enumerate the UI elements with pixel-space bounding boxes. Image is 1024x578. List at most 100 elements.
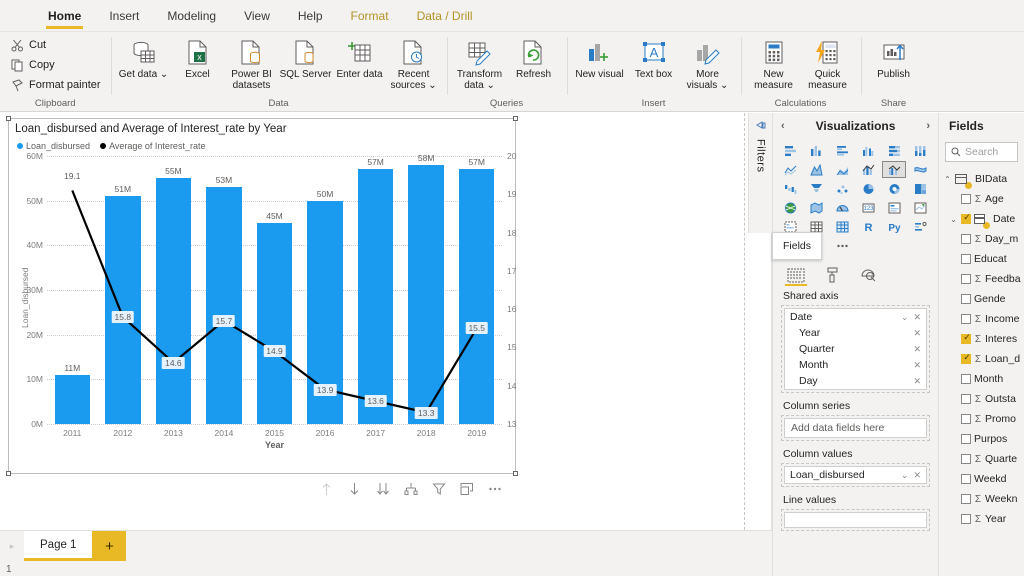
field-item-weekd[interactable]: Weekd [939, 469, 1024, 489]
well-field[interactable]: Year✕ [785, 325, 926, 341]
remove-field-icon[interactable]: ✕ [913, 344, 921, 355]
field-item-feedba[interactable]: ΣFeedba [939, 269, 1024, 289]
field-item-weekn[interactable]: ΣWeekn [939, 489, 1024, 509]
funnel-chart-icon[interactable] [805, 180, 829, 197]
field-item-quarte[interactable]: ΣQuarte [939, 449, 1024, 469]
field-wells[interactable]: Shared axisDate⌄✕Year✕Quarter✕Month✕Day✕… [773, 283, 938, 531]
field-checkbox[interactable] [961, 394, 971, 404]
format-tab[interactable] [821, 263, 843, 283]
well-dropzone[interactable]: Date⌄✕Year✕Quarter✕Month✕Day✕ [781, 305, 930, 393]
chevron-left-icon[interactable]: ‹ [781, 120, 785, 132]
get-data-button[interactable]: Get data ⌄ [117, 35, 171, 80]
field-checkbox[interactable] [961, 294, 971, 304]
clustered-column-chart-icon[interactable] [857, 142, 881, 159]
page-tab-bar[interactable]: ▸Page 1+ 1 [0, 530, 772, 576]
transform-data-button[interactable]: Transform data ⌄ [453, 35, 507, 91]
new-measure-button[interactable]: New measure [747, 35, 801, 91]
well-field[interactable]: Month✕ [785, 357, 926, 373]
visualizations-pane[interactable]: ‹ Visualizations › 123RPy Shared axisDat… [772, 113, 938, 576]
legend-item[interactable]: Average of Interest_rate [100, 141, 205, 151]
page-nav-arrow[interactable]: ▸ [0, 531, 24, 561]
ribbon-tab-home[interactable]: Home [34, 0, 95, 31]
field-checkbox[interactable] [961, 214, 971, 224]
remove-field-icon[interactable]: ✕ [913, 328, 921, 339]
visual-container[interactable]: Loan_disbursed and Average of Interest_r… [8, 118, 516, 474]
well-field[interactable]: Loan_disbursed⌄✕ [785, 467, 926, 483]
well-dropzone[interactable]: Loan_disbursed⌄✕ [781, 463, 930, 487]
filters-pane-collapsed[interactable]: Filters [748, 113, 772, 233]
100-stacked-column-chart-icon[interactable] [908, 142, 932, 159]
resize-handle-nw[interactable] [6, 116, 11, 121]
field-checkbox[interactable] [961, 254, 971, 264]
power-bi-datasets-button[interactable]: Power BI datasets [225, 35, 279, 91]
field-item-educat[interactable]: Educat [939, 249, 1024, 269]
field-item-year[interactable]: ΣYear [939, 509, 1024, 529]
more-options-icon[interactable] [831, 237, 855, 254]
field-item-day_m[interactable]: ΣDay_m [939, 229, 1024, 249]
focus-mode-button[interactable] [459, 482, 474, 497]
well-empty[interactable] [784, 512, 927, 528]
copy-button[interactable]: Copy [6, 55, 105, 75]
field-checkbox[interactable] [961, 414, 971, 424]
stacked-column-chart-icon[interactable] [805, 142, 829, 159]
publish-button[interactable]: Publish [867, 35, 921, 80]
legend-item[interactable]: Loan_disbursed [17, 141, 90, 151]
map-icon[interactable] [779, 199, 803, 216]
field-checkbox[interactable] [961, 314, 971, 324]
field-checkbox[interactable] [961, 514, 971, 524]
field-checkbox[interactable] [961, 234, 971, 244]
chevron-down-icon[interactable]: ⌄ [901, 470, 909, 481]
field-checkbox[interactable] [961, 474, 971, 484]
ribbon-chart-icon[interactable] [908, 161, 932, 178]
line-chart-icon[interactable] [779, 161, 803, 178]
ribbon-tab-insert[interactable]: Insert [95, 0, 153, 31]
100-stacked-bar-chart-icon[interactable] [882, 142, 906, 159]
resize-handle-se[interactable] [513, 471, 518, 476]
well-field[interactable]: Date⌄✕ [785, 309, 926, 325]
expand-all-button[interactable] [403, 482, 418, 497]
sql-server-button[interactable]: SQL Server [279, 35, 333, 80]
add-page-button[interactable]: + [92, 531, 126, 561]
treemap-icon[interactable] [908, 180, 932, 197]
line-and-stacked-column-chart-icon[interactable] [857, 161, 881, 178]
new-visual-button[interactable]: New visual [573, 35, 627, 80]
chevron-down-icon[interactable]: ⌄ [901, 312, 909, 323]
field-checkbox[interactable] [961, 454, 971, 464]
field-checkbox[interactable] [961, 374, 971, 384]
field-checkbox[interactable] [961, 434, 971, 444]
resize-handle-ne[interactable] [513, 116, 518, 121]
well-dropzone[interactable]: Add data fields here [781, 415, 930, 441]
donut-chart-icon[interactable] [882, 180, 906, 197]
enter-data-button[interactable]: Enter data [333, 35, 387, 80]
field-item-age[interactable]: ΣAge [939, 189, 1024, 209]
field-checkbox[interactable] [961, 494, 971, 504]
fields-table-row[interactable]: ⌃BIData [939, 169, 1024, 189]
analytics-tab[interactable] [857, 263, 879, 283]
quick-measure-button[interactable]: Quick measure [801, 35, 855, 91]
remove-field-icon[interactable]: ✕ [913, 312, 921, 323]
well-field[interactable]: Day✕ [785, 373, 926, 389]
area-chart-icon[interactable] [805, 161, 829, 178]
field-item-date[interactable]: ⌄Date [939, 209, 1024, 229]
resize-handle-sw[interactable] [6, 471, 11, 476]
refresh-button[interactable]: Refresh [507, 35, 561, 80]
field-item-interes[interactable]: ΣInteres [939, 329, 1024, 349]
matrix-icon[interactable] [831, 218, 855, 235]
report-canvas[interactable]: Loan_disbursed and Average of Interest_r… [0, 113, 772, 530]
line-and-clustered-column-chart-icon[interactable] [882, 161, 906, 178]
field-item-month[interactable]: Month [939, 369, 1024, 389]
pie-chart-icon[interactable] [857, 180, 881, 197]
ribbon-tab-data-drill[interactable]: Data / Drill [403, 0, 487, 31]
field-item-loan_d[interactable]: ΣLoan_d [939, 349, 1024, 369]
well-placeholder[interactable]: Add data fields here [784, 418, 927, 438]
drill-down-button[interactable] [347, 482, 362, 497]
stacked-bar-chart-icon[interactable] [779, 142, 803, 159]
field-item-outsta[interactable]: ΣOutsta [939, 389, 1024, 409]
ribbon-tab-modeling[interactable]: Modeling [153, 0, 230, 31]
page-tab[interactable]: Page 1 [24, 531, 92, 561]
stacked-area-chart-icon[interactable] [831, 161, 855, 178]
page-tabs[interactable]: ▸Page 1+ [0, 531, 772, 561]
fields-list[interactable]: ⌃BIDataΣAge⌄DateΣDay_mEducatΣFeedbaGende… [939, 165, 1024, 529]
recent-sources-button[interactable]: Recent sources ⌄ [387, 35, 441, 91]
search-input[interactable]: Search [945, 142, 1018, 162]
